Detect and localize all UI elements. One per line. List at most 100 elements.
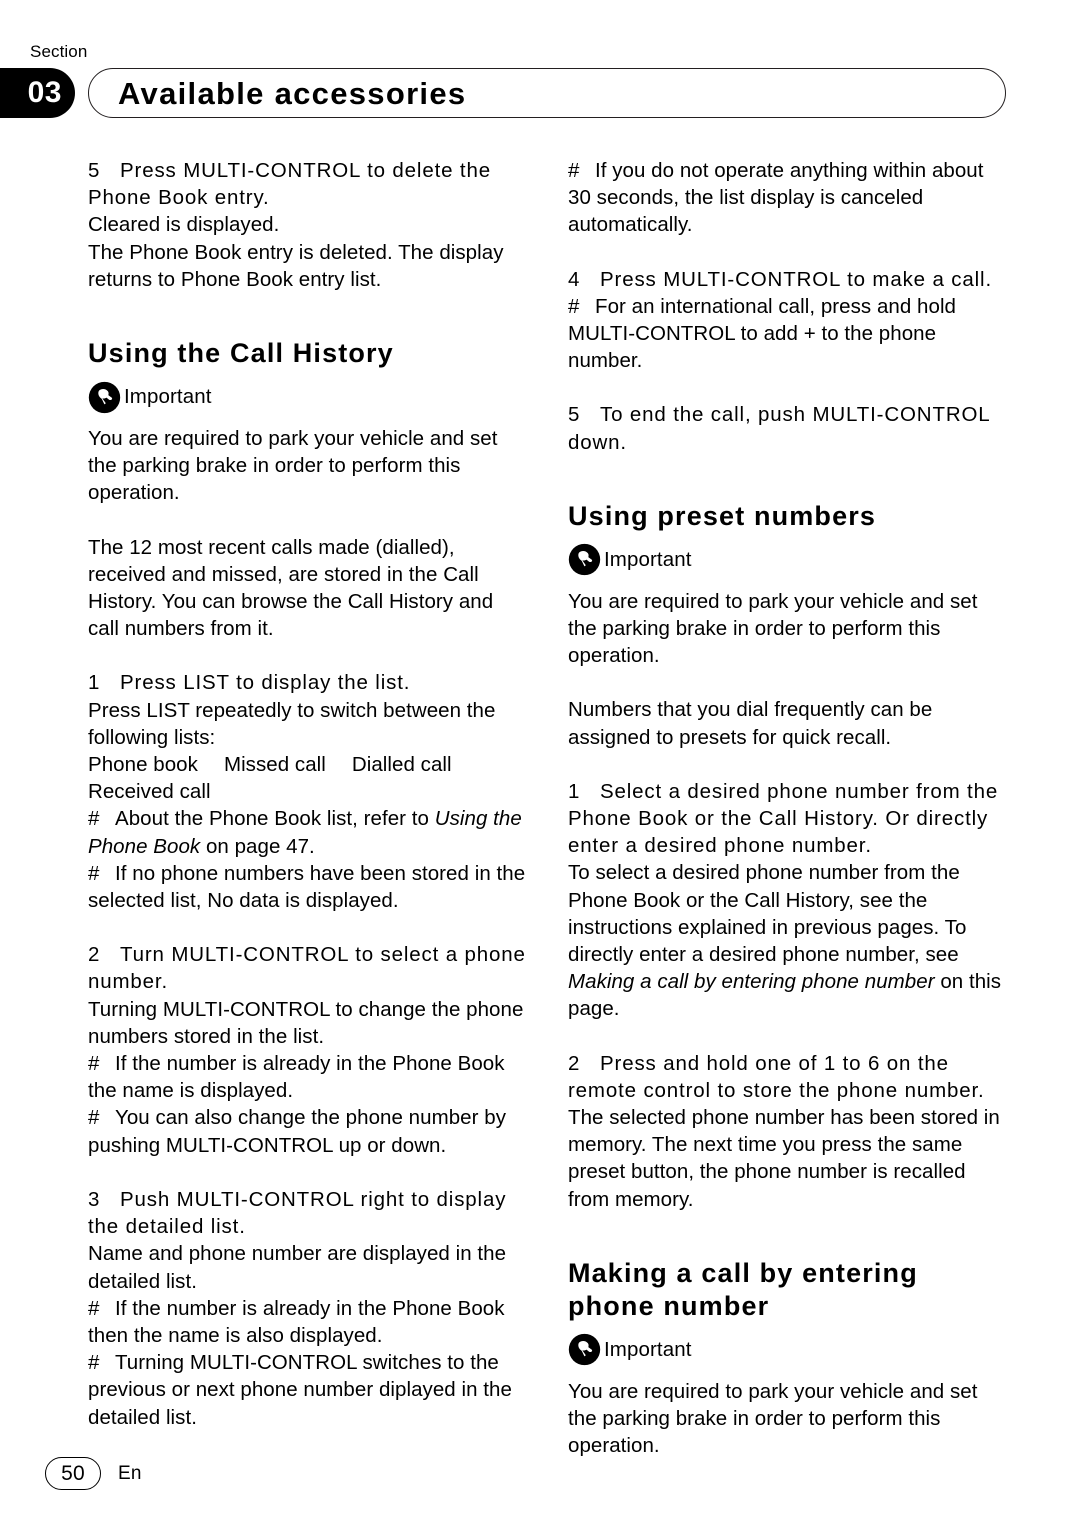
step-item: 3 Push MULTI-CONTROL right to display the… — [88, 1186, 529, 1240]
note-bullet: # — [88, 861, 100, 885]
note-bullet: # — [88, 1296, 100, 1320]
note-text: If the number is already in the Phone Bo… — [88, 1296, 505, 1347]
note-bullet: # — [88, 807, 100, 831]
list-item: Phone book — [88, 753, 198, 777]
note-item: # About the Phone Book list, refer to Usi… — [88, 805, 529, 859]
body-text: Numbers that you dial frequently can be … — [568, 698, 933, 749]
note-text: About the Phone Book list, refer to — [115, 807, 435, 831]
important-notice-header: Important — [88, 380, 529, 414]
step-text: Press MULTI-CONTROL to delete the Phone … — [88, 159, 491, 210]
body-text: The Phone Book entry is deleted. The dis… — [88, 240, 504, 291]
step-text: Press and hold one of 1 to 6 on the remo… — [568, 1051, 985, 1102]
step-text: To end the call, push MULTI-CONTROL down… — [568, 403, 990, 454]
section-number-tab: 03 — [0, 68, 75, 118]
note-text: You can also change the phone number by … — [88, 1106, 506, 1157]
note-text: If you do not operate anything within ab… — [568, 159, 984, 237]
cross-reference: Making a call by entering phone number — [568, 970, 935, 994]
body-text: Press LIST repeatedly to switch between … — [88, 698, 496, 749]
pushpin-icon — [88, 381, 121, 413]
step-item: 2 Turn MULTI-CONTROL to select a phone nu… — [88, 941, 529, 995]
section-number: 03 — [27, 76, 62, 109]
note-item: # Turning MULTI-CONTROL switches to the p… — [88, 1349, 529, 1431]
note-item: # If you do not operate anything within a… — [568, 157, 1009, 239]
page-footer: 50 En — [0, 1439, 1080, 1529]
step-number: 4 — [568, 267, 580, 291]
important-text: You are required to park your vehicle an… — [88, 427, 498, 505]
important-label: Important — [604, 1337, 692, 1361]
left-column: 5 Press MULTI-CONTROL to delete the Phone… — [88, 157, 529, 1431]
list-options: Phone book Missed call Dialled call Receive… — [88, 751, 529, 805]
important-notice-header: Important — [568, 1333, 1009, 1367]
page-header: Section 03 Available accessories — [0, 0, 1080, 120]
step-text: Push MULTI-CONTROL right to display the … — [88, 1187, 507, 1239]
step-number: 5 — [568, 403, 580, 427]
note-item: # For an international call, press and ho… — [568, 293, 1009, 375]
pushpin-icon — [568, 544, 601, 576]
note-text: on page 47. — [200, 834, 315, 858]
language-code: En — [118, 1463, 142, 1484]
pushpin-icon — [568, 1334, 601, 1366]
page-title: Available accessories — [118, 76, 467, 111]
note-item: # You can also change the phone number by… — [88, 1104, 529, 1158]
note-item: # If the number is already in the Phone B… — [88, 1050, 529, 1104]
step-text: Select a desired phone number from the P… — [568, 779, 999, 858]
important-notice-header: Important — [568, 543, 1009, 577]
step-number: 2 — [568, 1051, 580, 1075]
list-item: Received call — [88, 780, 211, 804]
step-text: Press LIST to display the list. — [120, 671, 411, 695]
list-item: Missed call — [223, 753, 326, 777]
page-number: 50 — [45, 1457, 101, 1490]
note-text: If the number is already in the Phone Bo… — [88, 1052, 505, 1103]
section-label: Section — [30, 42, 88, 61]
list-item: Dialled call — [351, 753, 452, 777]
section-heading-making-call: Making a call by entering phone number — [568, 1257, 918, 1321]
step-number: 5 — [88, 159, 100, 182]
body-text: To select a desired phone number from th… — [568, 859, 1009, 1022]
note-bullet: # — [88, 1052, 100, 1076]
note-bullet: # — [88, 1106, 100, 1130]
step-text: Turn MULTI-CONTROL to select a phone num… — [88, 943, 526, 994]
step-item: 2 Press and hold one of 1 to 6 on the rem… — [568, 1050, 1009, 1104]
note-text: If no phone numbers have been stored in … — [88, 861, 526, 913]
step-item: 5 To end the call, push MULTI-CONTROL dow… — [568, 401, 1009, 455]
note-text: Turning MULTI-CONTROL switches to the pr… — [88, 1351, 512, 1429]
step-item: 4 Press MULTI-CONTROL to make a call. — [568, 266, 1009, 293]
step-number: 3 — [88, 1187, 100, 1211]
body-text: Cleared is displayed. — [88, 213, 280, 237]
step-number: 1 — [568, 779, 580, 803]
section-heading-call-history: Using the Call History — [88, 338, 394, 369]
note-item: # If the number is already in the Phone B… — [88, 1295, 529, 1349]
step-text: Press MULTI-CONTROL to make a call. — [600, 267, 992, 291]
note-bullet: # — [88, 1351, 100, 1375]
right-column: # If you do not operate anything within a… — [568, 157, 1009, 1460]
note-bullet: # — [568, 294, 580, 318]
body-text: Turning MULTI-CONTROL to change the phon… — [88, 997, 524, 1048]
important-text: You are required to park your vehicle an… — [568, 589, 978, 668]
note-text: For an international call, press and hol… — [568, 294, 957, 373]
step-item: 5 Press MULTI-CONTROL to delete the Phone… — [88, 157, 529, 211]
body-text-part: To select a desired phone number from th… — [568, 861, 967, 967]
section-heading-preset-numbers: Using preset numbers — [568, 500, 877, 531]
step-number: 2 — [88, 943, 100, 967]
important-label: Important — [124, 384, 212, 408]
body-text: Name and phone number are displayed in t… — [88, 1242, 507, 1293]
step-item: 1 Select a desired phone number from the … — [568, 778, 1009, 860]
step-item: 1 Press LIST to display the list. — [88, 669, 529, 696]
body-text: The selected phone number has been store… — [568, 1106, 1000, 1211]
body-text: The 12 most recent calls made (dialled),… — [88, 535, 494, 641]
